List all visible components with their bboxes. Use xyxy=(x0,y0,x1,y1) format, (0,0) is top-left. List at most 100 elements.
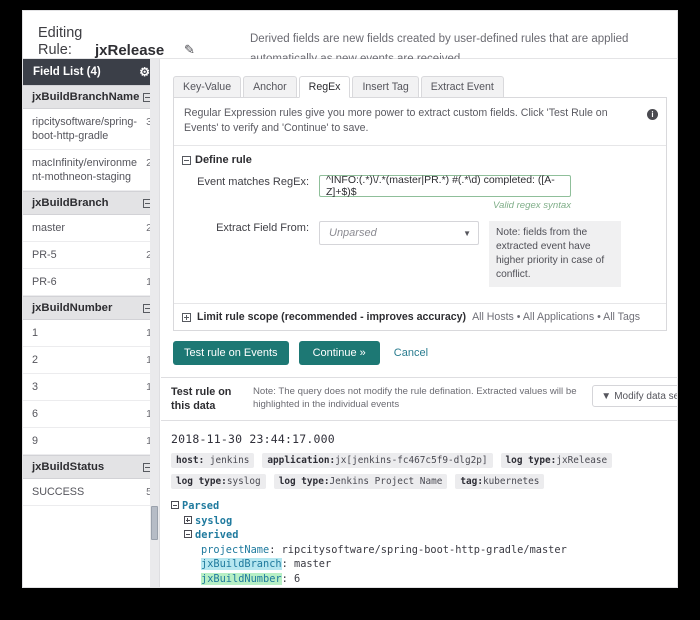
editing-rule-label: Editing Rule: xyxy=(38,25,98,59)
metadata-chip-value: syslog xyxy=(227,476,261,487)
field-value-row[interactable]: 91 xyxy=(23,428,159,455)
field-group-header[interactable]: jxBuildNumber xyxy=(23,296,159,320)
regex-field-label-text: Event matches RegEx: xyxy=(197,176,309,188)
metadata-chip[interactable]: log type:syslog xyxy=(171,474,266,489)
test-data-note: Note: The query does not modify the rule… xyxy=(247,385,592,411)
metadata-chip-value: jenkins xyxy=(204,455,249,466)
field-group-name: jxBuildBranch xyxy=(32,197,109,209)
field-value-label: 1 xyxy=(32,326,146,340)
parsed-label: Parsed xyxy=(182,500,219,512)
regex-form-row: Event matches RegEx: ^INFO:(.*)\/.*(mast… xyxy=(174,175,666,211)
field-value-row[interactable]: 61 xyxy=(23,401,159,428)
field-value-row[interactable]: PR-52 xyxy=(23,242,159,269)
field-list-header: Field List (4) ⚙ xyxy=(23,59,159,85)
extract-from-label: Extract Field From: xyxy=(174,221,319,287)
field-group-header[interactable]: jxBuildBranch xyxy=(23,191,159,215)
tab-anchor[interactable]: Anchor xyxy=(243,76,297,98)
event-preview: 2018-11-30 23:44:17.000 host: jenkinsapp… xyxy=(161,423,678,588)
field-groups: jxBuildBranchName ripcitysoftware/spring-… xyxy=(23,85,159,506)
derived-field-key: projectName xyxy=(201,544,269,556)
field-group-name: jxBuildStatus xyxy=(32,461,104,473)
tree-node-syslog[interactable]: syslog xyxy=(171,514,669,529)
filter-icon: ▼ xyxy=(601,391,611,402)
metadata-chip-value: kubernetes xyxy=(483,476,539,487)
continue-button[interactable]: Continue » xyxy=(299,341,380,365)
metadata-chip-key: tag: xyxy=(460,476,483,487)
derived-field-row: jxBuildBranch: master xyxy=(171,557,669,572)
derived-field-value: ripcitysoftware/spring-boot-http-gradle xyxy=(319,587,561,588)
tab-regex[interactable]: RegEx xyxy=(299,76,351,98)
chevron-down-icon: ▼ xyxy=(463,229,471,238)
regex-validation-message: Valid regex syntax xyxy=(319,200,571,211)
field-group-header[interactable]: jxBuildBranchName xyxy=(23,85,159,109)
extract-from-select[interactable]: Unparsed ▼ xyxy=(319,221,479,245)
collapse-minus-icon[interactable] xyxy=(184,530,192,538)
modify-data-set-label: Modify data set xyxy=(614,391,678,402)
collapse-minus-icon[interactable] xyxy=(182,156,191,165)
define-rule-section-header[interactable]: Define rule xyxy=(174,146,666,166)
scope-filters[interactable]: All Hosts • All Applications • All Tags xyxy=(472,311,640,323)
cancel-button[interactable]: Cancel xyxy=(394,347,428,359)
field-value-row[interactable]: 21 xyxy=(23,347,159,374)
sidebar-scrollbar-thumb[interactable] xyxy=(151,506,158,540)
metadata-chip-value: Jenkins Project Name xyxy=(330,476,443,487)
field-list-sidebar: Field List (4) ⚙ jxBuildBranchName ripcit… xyxy=(23,59,160,588)
metadata-chip-key: host: xyxy=(176,455,204,466)
metadata-chip-value: jx[jenkins-fc467c5f9-dlg2p] xyxy=(335,455,487,466)
syslog-label: syslog xyxy=(195,515,232,527)
derived-field-separator: : xyxy=(282,573,294,585)
field-value-label: 3 xyxy=(32,380,146,394)
limit-scope-label: Limit rule scope (recommended - improves… xyxy=(197,311,466,323)
pencil-icon[interactable]: ✎ xyxy=(184,42,195,58)
expand-plus-icon[interactable] xyxy=(182,313,191,322)
metadata-chip[interactable]: tag:kubernetes xyxy=(455,474,544,489)
derived-field-row: projectName: ripcitysoftware/spring-boot… xyxy=(171,543,669,558)
derived-fields-list: projectName: ripcitysoftware/spring-boot… xyxy=(171,543,669,589)
extract-from-selected-value: Unparsed xyxy=(329,227,377,239)
page-header: Editing Rule: jxRelease ✎ Derived fields… xyxy=(23,11,678,59)
sidebar-scrollbar[interactable] xyxy=(150,59,159,588)
tab-insert-tag[interactable]: Insert Tag xyxy=(352,76,418,98)
field-value-row[interactable]: 11 xyxy=(23,320,159,347)
field-value-row[interactable]: 31 xyxy=(23,374,159,401)
gear-icon[interactable]: ⚙ xyxy=(139,66,150,78)
limit-rule-scope-row[interactable]: Limit rule scope (recommended - improves… xyxy=(174,303,666,330)
test-rule-button[interactable]: Test rule on Events xyxy=(173,341,289,365)
test-data-header: Test rule on this data Note: The query d… xyxy=(161,377,678,421)
action-buttons: Test rule on Events Continue » Cancel xyxy=(173,341,428,365)
derived-field-row: jxBuildBranchName: ripcitysoftware/sprin… xyxy=(171,586,669,588)
field-value-row[interactable]: master2 xyxy=(23,215,159,242)
tab-key-value[interactable]: Key-Value xyxy=(173,76,241,98)
tree-node-parsed[interactable]: Parsed xyxy=(171,499,669,514)
field-group-name: jxBuildBranchName xyxy=(32,91,139,103)
modify-data-set-button[interactable]: ▼ Modify data set xyxy=(592,385,678,407)
field-value-row[interactable]: macInfinity/environment-mothneon-staging… xyxy=(23,150,159,191)
panel-note-text: Regular Expression rules give you more p… xyxy=(184,107,608,134)
field-value-label: ripcitysoftware/spring-boot-http-gradle xyxy=(32,115,146,143)
tree-node-derived[interactable]: derived xyxy=(171,528,669,543)
metadata-chip-key: log type: xyxy=(506,455,557,466)
metadata-chip[interactable]: application:jx[jenkins-fc467c5f9-dlg2p] xyxy=(262,453,492,468)
test-data-title: Test rule on this data xyxy=(171,385,247,413)
metadata-chip[interactable]: log type:Jenkins Project Name xyxy=(274,474,448,489)
rule-name: jxRelease xyxy=(95,42,164,59)
field-value-label: 9 xyxy=(32,434,146,448)
derived-field-row: jxBuildNumber: 6 xyxy=(171,572,669,587)
metadata-chip-key: log type: xyxy=(176,476,227,487)
field-value-row[interactable]: SUCCESS5 xyxy=(23,479,159,506)
field-group-header[interactable]: jxBuildStatus xyxy=(23,455,159,479)
field-value-row[interactable]: PR-61 xyxy=(23,269,159,296)
rule-definition-panel: Regular Expression rules give you more p… xyxy=(173,97,667,331)
info-icon[interactable]: i xyxy=(647,109,658,120)
field-value-label: PR-5 xyxy=(32,248,146,262)
field-value-label: master xyxy=(32,221,146,235)
derived-field-separator: : xyxy=(282,558,294,570)
field-value-row[interactable]: ripcitysoftware/spring-boot-http-gradle3 xyxy=(23,109,159,150)
main-content: Key-ValueAnchorRegExInsert TagExtract Ev… xyxy=(161,59,678,588)
metadata-chip[interactable]: log type:jxRelease xyxy=(501,453,613,468)
regex-input[interactable]: ^INFO:(.*)\/.*(master|PR.*) #(.*\d) comp… xyxy=(319,175,571,197)
expand-plus-icon[interactable] xyxy=(184,516,192,524)
metadata-chip[interactable]: host: jenkins xyxy=(171,453,254,468)
tab-extract-event[interactable]: Extract Event xyxy=(421,76,504,98)
collapse-minus-icon[interactable] xyxy=(171,501,179,509)
